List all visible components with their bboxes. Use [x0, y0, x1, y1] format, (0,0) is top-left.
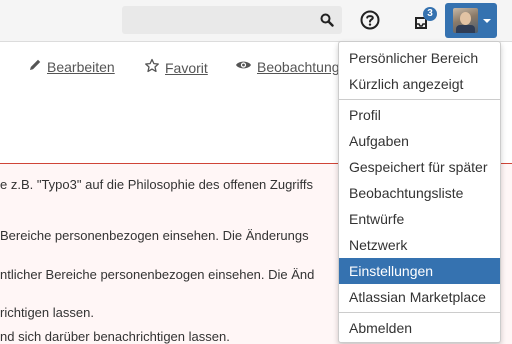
content-line: richtigen lassen. — [0, 305, 94, 320]
favorite-button[interactable]: Favorit — [144, 58, 208, 77]
content-line: nd sich darüber benachrichtigen lassen. — [0, 329, 230, 344]
header-bar: 3 — [0, 0, 512, 42]
help-icon — [358, 10, 382, 36]
menu-divider — [339, 99, 500, 100]
menu-item-atlassian-marketplace[interactable]: Atlassian Marketplace — [339, 284, 500, 310]
edit-label: Bearbeiten — [47, 58, 115, 75]
chevron-down-icon — [483, 19, 491, 23]
notifications-button[interactable]: 3 — [410, 7, 440, 35]
search-box[interactable] — [122, 6, 342, 34]
help-button[interactable] — [358, 8, 382, 32]
menu-item-logout[interactable]: Abmelden — [339, 315, 500, 341]
menu-item-settings[interactable]: Einstellungen — [339, 258, 500, 284]
user-profile-button[interactable] — [445, 3, 497, 38]
star-icon — [144, 58, 165, 77]
favorite-label: Favorit — [165, 59, 208, 76]
user-dropdown-menu: Persönlicher Bereich Kürzlich angezeigt … — [338, 41, 501, 343]
menu-item-personal-space[interactable]: Persönlicher Bereich — [339, 45, 500, 71]
menu-item-drafts[interactable]: Entwürfe — [339, 206, 500, 232]
notification-count-badge: 3 — [423, 7, 437, 21]
edit-button[interactable]: Bearbeiten — [28, 58, 115, 75]
content-line: e z.B. "Typo3" auf die Philosophie des o… — [0, 177, 314, 192]
eye-icon — [235, 58, 257, 75]
avatar — [453, 8, 478, 33]
search-input[interactable] — [122, 6, 312, 34]
pencil-icon — [28, 58, 47, 75]
menu-item-tasks[interactable]: Aufgaben — [339, 128, 500, 154]
content-line: ntlicher Bereiche personenbezogen einseh… — [0, 267, 315, 282]
watch-label: Beobachtung — [257, 58, 340, 75]
search-icon[interactable] — [320, 13, 334, 27]
watch-button[interactable]: Beobachtung — [235, 58, 340, 75]
menu-item-watchlist[interactable]: Beobachtungsliste — [339, 180, 500, 206]
content-line: Bereiche personenbezogen einsehen. Die Ä… — [0, 228, 309, 243]
menu-item-saved-for-later[interactable]: Gespeichert für später — [339, 154, 500, 180]
menu-item-network[interactable]: Netzwerk — [339, 232, 500, 258]
menu-divider — [339, 312, 500, 313]
menu-item-profile[interactable]: Profil — [339, 102, 500, 128]
menu-item-recently-viewed[interactable]: Kürzlich angezeigt — [339, 71, 500, 97]
